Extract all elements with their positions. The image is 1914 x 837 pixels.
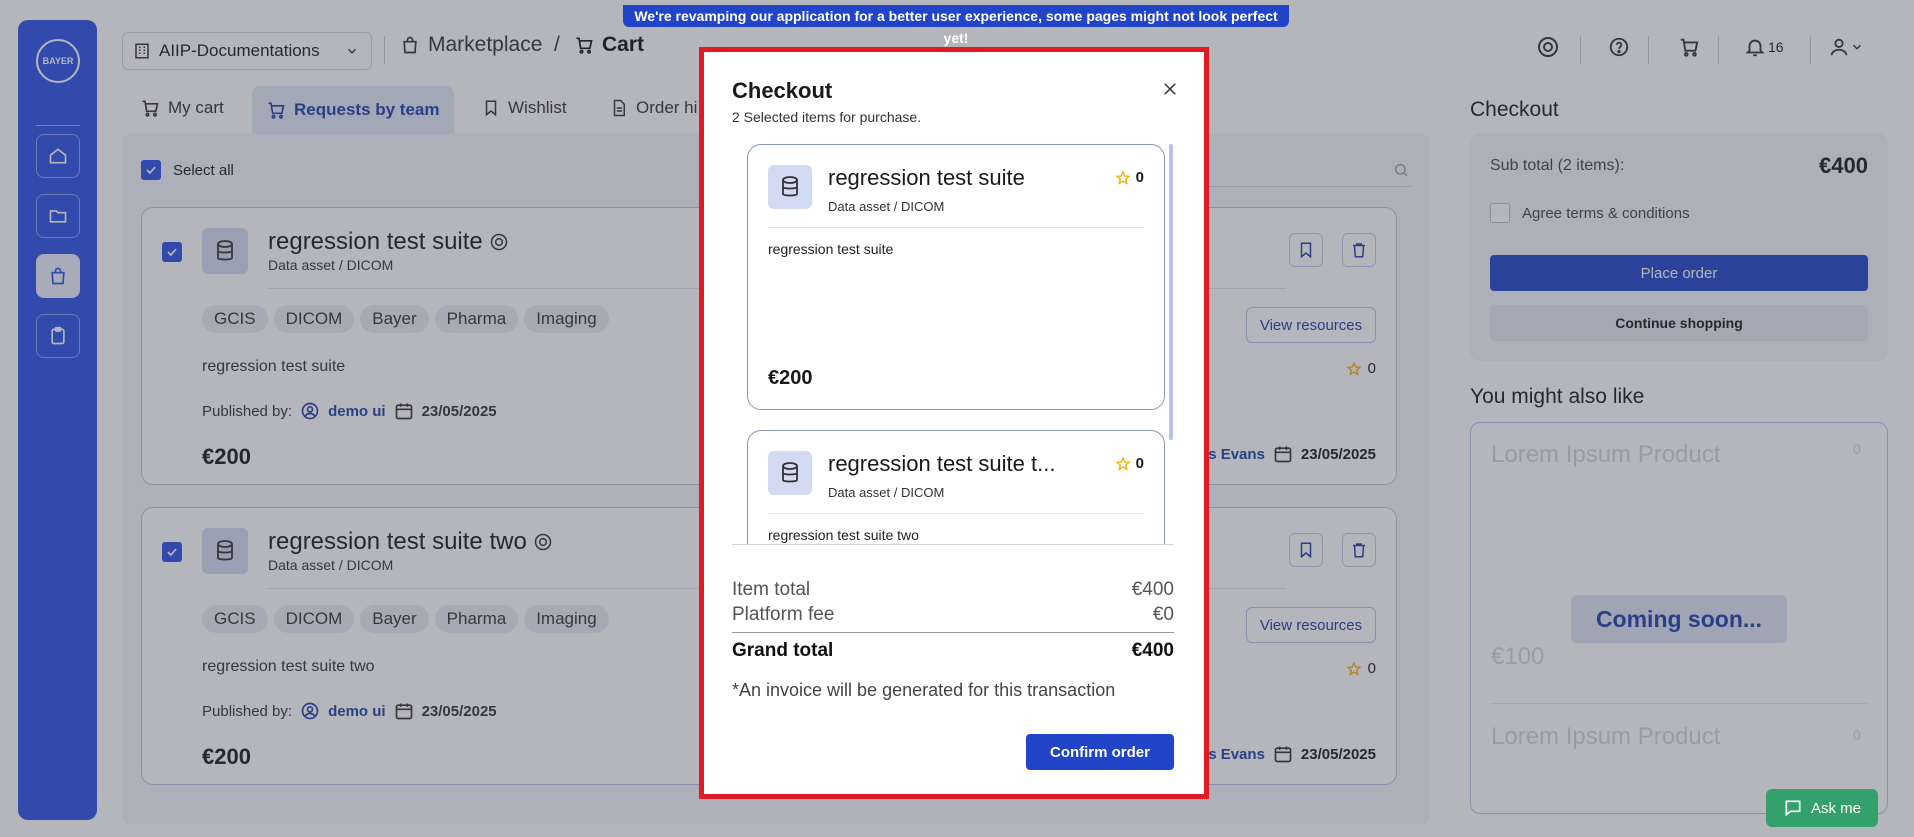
item-total-value: €400 [1131, 579, 1174, 600]
modal-item-subtitle: Data asset / DICOM [828, 199, 945, 214]
modal-item-rating: 0 [1115, 169, 1144, 186]
card-divider [768, 513, 1144, 514]
ask-me-label: Ask me [1810, 799, 1861, 817]
modal-subtitle: 2 Selected items for purchase. [732, 109, 922, 125]
item-thumbnail [768, 451, 812, 495]
modal-item-title: regression test suite t... [828, 451, 1056, 476]
item-total-label: Item total [732, 579, 811, 600]
database-icon [782, 176, 798, 197]
item-thumbnail [768, 165, 812, 209]
close-button[interactable] [1161, 80, 1179, 103]
modal-item-price: €200 [768, 367, 813, 389]
invoice-note: *An invoice will be generated for this t… [732, 680, 1116, 700]
rating-value: 0 [1135, 169, 1144, 186]
info-banner: We're revamping our application for a be… [623, 5, 1289, 46]
platform-fee-label: Platform fee [732, 604, 835, 625]
grand-total-label: Grand total [732, 640, 834, 661]
item-total-row: Item total €400 [732, 579, 1174, 601]
database-icon [782, 462, 798, 483]
modal-divider [732, 544, 1174, 545]
rating-value: 0 [1135, 455, 1144, 472]
platform-fee-row: Platform fee €0 [732, 604, 1174, 626]
grand-total-row: Grand total €400 [732, 640, 1174, 662]
modal-item-list[interactable]: regression test suite Data asset / DICOM… [732, 144, 1176, 544]
modal-item-description: regression test suite [768, 241, 894, 257]
total-divider [732, 632, 1174, 633]
star-icon [1115, 455, 1131, 471]
modal-item-title: regression test suite [828, 165, 1025, 190]
chat-icon [1785, 800, 1801, 817]
confirm-order-button[interactable]: Confirm order [1026, 734, 1174, 770]
scrollbar-thumb[interactable] [1169, 144, 1173, 440]
card-divider [768, 227, 1144, 228]
modal-item-subtitle: Data asset / DICOM [828, 485, 945, 500]
grand-total-value: €400 [1131, 640, 1174, 661]
modal-title: Checkout [732, 78, 833, 103]
ask-me-button[interactable]: Ask me [1766, 789, 1878, 827]
modal-item-card: regression test suite t... Data asset / … [747, 430, 1165, 544]
modal-item-card: regression test suite Data asset / DICOM… [747, 144, 1165, 410]
star-icon [1115, 169, 1131, 185]
modal-item-rating: 0 [1115, 455, 1144, 472]
modal-item-description: regression test suite two [768, 527, 919, 543]
close-icon [1164, 83, 1176, 95]
platform-fee-value: €0 [1152, 604, 1174, 625]
checkout-modal: Checkout 2 Selected items for purchase. … [699, 47, 1209, 799]
